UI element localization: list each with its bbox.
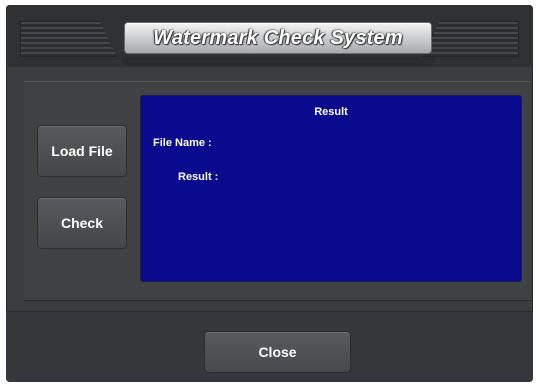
check-button[interactable]: Check (38, 198, 126, 248)
load-file-button[interactable]: Load File (38, 126, 126, 176)
left-grille-decoration (20, 21, 117, 57)
right-grille-decoration (422, 21, 519, 57)
result-label: Result : (178, 171, 219, 183)
window-title: Watermark Check System (153, 26, 403, 49)
file-name-label: File Name : (153, 137, 212, 149)
result-panel: Result File Name : Result : (141, 96, 521, 281)
title-ridge-decoration (121, 57, 435, 67)
app-window: Watermark Check System Load File Check R… (6, 5, 533, 382)
close-button[interactable]: Close (205, 332, 350, 372)
title-plate: Watermark Check System (125, 23, 431, 53)
result-heading: Result (314, 106, 348, 118)
title-bar: Watermark Check System (6, 5, 533, 67)
